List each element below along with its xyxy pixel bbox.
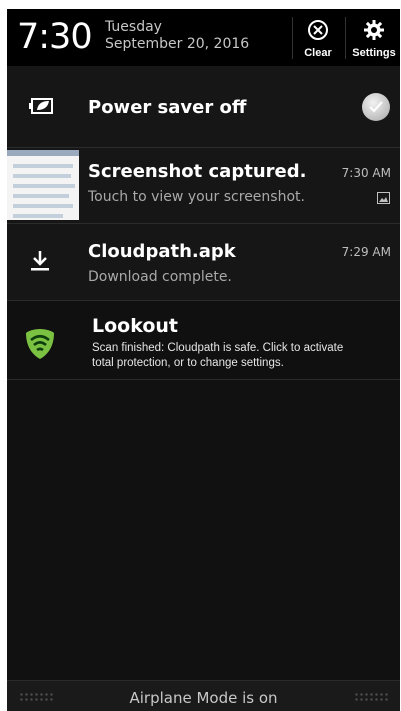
download-notification[interactable]: Cloudpath.apk Download complete. 7:29 AM xyxy=(7,224,400,301)
clear-icon xyxy=(308,20,328,40)
notification-title: Screenshot captured. xyxy=(88,161,307,182)
settings-button[interactable]: Settings xyxy=(348,9,400,66)
download-icon xyxy=(31,251,49,271)
header-divider xyxy=(345,17,346,59)
notification-title: Power saver off xyxy=(88,97,247,118)
clock-time: 7:30 xyxy=(17,17,93,57)
notification-subtitle: Touch to view your screenshot. xyxy=(88,189,305,205)
image-icon xyxy=(377,192,390,204)
gear-icon xyxy=(364,20,384,40)
lookout-shield-icon xyxy=(26,329,54,359)
status-header: 7:30 Tuesday September 20, 2016 Clear Se… xyxy=(7,9,400,66)
date-label: September 20, 2016 xyxy=(105,36,250,52)
date-block: Tuesday September 20, 2016 xyxy=(105,19,249,53)
bottom-status-bar: Airplane Mode is on xyxy=(7,680,400,711)
clear-label: Clear xyxy=(304,47,332,59)
screenshot-notification[interactable]: Screenshot captured. Touch to view your … xyxy=(7,148,400,224)
notification-subtitle: Download complete. xyxy=(88,269,232,285)
power-saver-toggle[interactable] xyxy=(362,93,390,121)
day-label: Tuesday xyxy=(105,19,162,35)
notification-panel: 7:30 Tuesday September 20, 2016 Clear Se… xyxy=(7,9,400,711)
notification-time: 7:29 AM xyxy=(341,245,391,259)
settings-label: Settings xyxy=(352,47,396,59)
clear-button[interactable]: Clear xyxy=(292,9,344,66)
drag-handle-right[interactable] xyxy=(354,692,388,702)
check-icon xyxy=(369,101,383,113)
battery-leaf-icon xyxy=(29,98,53,114)
power-saver-notification[interactable]: Power saver off xyxy=(7,66,400,148)
notification-title: Lookout xyxy=(92,315,179,337)
lookout-notification[interactable]: Lookout Scan finished: Cloudpath is safe… xyxy=(7,301,400,380)
notification-subtitle-line2: total protection, or to change settings. xyxy=(92,357,284,369)
screenshot-thumbnail xyxy=(7,150,79,220)
notification-title: Cloudpath.apk xyxy=(88,241,236,262)
notification-time: 7:30 AM xyxy=(341,166,391,180)
airplane-mode-status: Airplane Mode is on xyxy=(129,689,278,707)
notification-subtitle-line1: Scan finished: Cloudpath is safe. Click … xyxy=(92,342,344,354)
